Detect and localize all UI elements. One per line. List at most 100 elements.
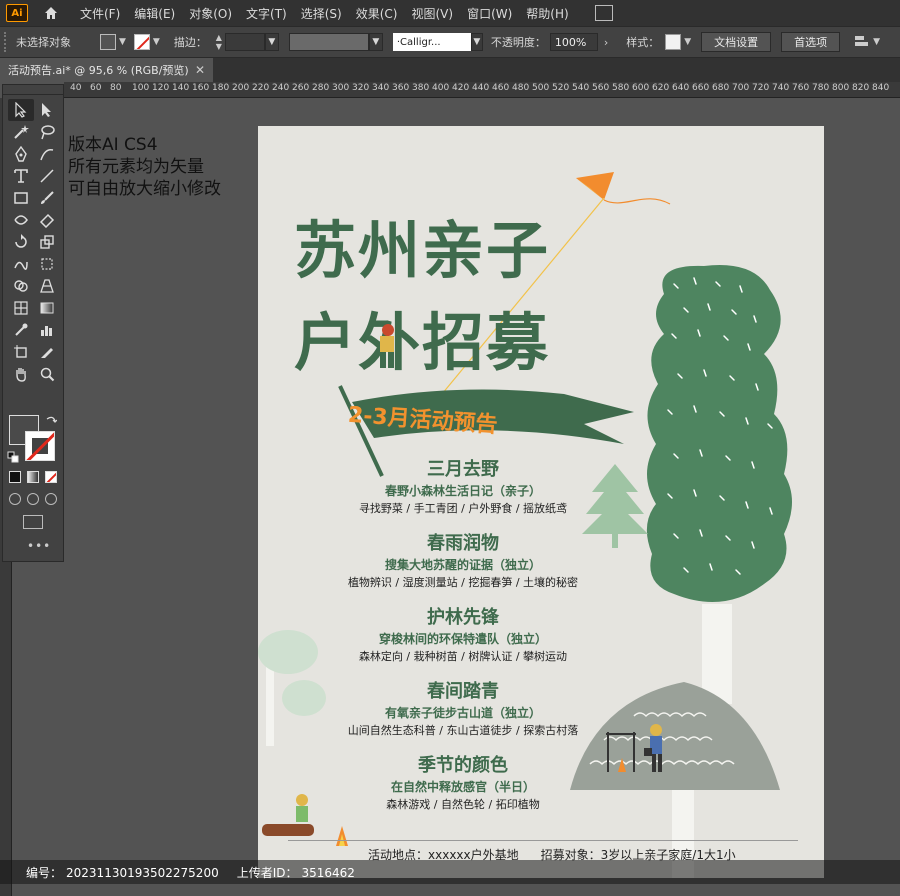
paintbrush-tool[interactable] [34, 187, 60, 209]
activity-list: 三月去野 春野小森林生活日记（亲子） 寻找野菜 / 手工青团 / 户外野食 / … [298, 458, 628, 828]
zoom-tool[interactable] [34, 363, 60, 385]
perspective-grid-tool[interactable] [34, 275, 60, 297]
stroke-label: 描边： [173, 36, 207, 49]
free-transform-tool[interactable] [34, 253, 60, 275]
stroke-weight-input[interactable] [224, 33, 265, 51]
line-icon [40, 169, 54, 183]
draw-behind-icon[interactable] [27, 493, 39, 505]
type-tool[interactable] [8, 165, 34, 187]
menu-edit[interactable]: 编辑(E) [134, 5, 175, 22]
fill-swatch[interactable] [100, 34, 116, 50]
document-tab[interactable]: 活动预告.ai* @ 95,6 % (RGB/预览) ✕ [0, 58, 213, 82]
chevron-down-icon[interactable]: ▼ [470, 33, 483, 51]
lasso-tool[interactable] [34, 121, 60, 143]
graphic-style-swatch[interactable] [665, 34, 682, 50]
shape-builder-tool[interactable] [8, 275, 34, 297]
stroke-color-box[interactable] [25, 431, 55, 461]
activity-section: 三月去野 春野小森林生活日记（亲子） 寻找野菜 / 手工青团 / 户外野食 / … [298, 458, 628, 518]
eraser-tool[interactable] [34, 209, 60, 231]
stroke-swatch[interactable] [133, 34, 150, 50]
warp-tool[interactable] [8, 253, 34, 275]
brush-definition[interactable]: · Calligr... [392, 33, 471, 51]
panel-grip[interactable] [4, 32, 8, 52]
graph-tool[interactable] [34, 319, 60, 341]
magic-wand-tool[interactable] [8, 121, 34, 143]
horizontal-ruler[interactable]: 40 60 80 100 120 140 160 180 200 220 240… [64, 82, 900, 98]
shaper-tool[interactable] [8, 209, 34, 231]
menu-view[interactable]: 视图(V) [411, 5, 453, 22]
pen-tool[interactable] [8, 143, 34, 165]
document-setup-button[interactable]: 文档设置 [701, 32, 772, 52]
menu-effect[interactable]: 效果(C) [356, 5, 398, 22]
stroke-stepper[interactable]: ▲ ▼ [213, 33, 225, 51]
line-tool[interactable] [34, 165, 60, 187]
opacity-input[interactable]: 100% [549, 33, 598, 51]
chevron-down-icon[interactable]: ▼ [119, 37, 126, 47]
activity-title: 三月去野 [427, 459, 499, 480]
ruler-mark: 440 [472, 83, 490, 93]
menu-file[interactable]: 文件(F) [80, 5, 120, 22]
chevron-down-icon[interactable]: ▼ [873, 37, 880, 47]
close-icon[interactable]: ✕ [195, 63, 205, 77]
control-bar: 未选择对象 ▼ ▼ 描边： ▲ ▼ ▼ ▼ · Calligr... ▼ 不透明度… [0, 26, 900, 58]
preferences-button[interactable]: 首选项 [781, 32, 841, 52]
activity-section: 护林先锋 穿梭林间的环保特遣队（独立） 森林定向 / 栽种树苗 / 树牌认证 /… [298, 606, 628, 666]
rectangle-tool[interactable] [8, 187, 34, 209]
canvas[interactable]: 版本AI CS4 所有元素均为矢量 可自由放大缩小修改 苏州亲子 户外招募 2-… [64, 98, 900, 896]
id-value: 20231130193502275200 [66, 865, 219, 880]
eyedropper-tool[interactable] [8, 319, 34, 341]
draw-normal-icon[interactable] [9, 493, 21, 505]
menu-type[interactable]: 文字(T) [246, 5, 287, 22]
chevron-down-icon[interactable]: ▼ [684, 37, 691, 47]
direct-selection-tool[interactable] [34, 99, 60, 121]
rotate-tool[interactable] [8, 231, 34, 253]
gradient-tool[interactable] [34, 297, 60, 319]
hand-tool[interactable] [8, 363, 34, 385]
activity-items: 森林定向 / 栽种树苗 / 树牌认证 / 攀树运动 [358, 650, 568, 663]
ruler-mark: 280 [312, 83, 330, 93]
variable-width-profile[interactable] [288, 33, 369, 51]
panel-header[interactable] [3, 85, 63, 95]
align-icon[interactable] [854, 34, 870, 51]
ruler-mark: 380 [412, 83, 430, 93]
draw-inside-icon[interactable] [45, 493, 57, 505]
chevron-right-icon[interactable]: › [604, 36, 608, 49]
ruler-mark: 240 [272, 83, 290, 93]
curvature-tool[interactable] [34, 143, 60, 165]
menu-object[interactable]: 对象(O) [189, 5, 232, 22]
menu-window[interactable]: 窗口(W) [467, 5, 512, 22]
transform-icon [41, 258, 53, 270]
note-line: 版本AI CS4 [68, 135, 158, 155]
ruler-mark: 480 [512, 83, 530, 93]
chevron-down-icon[interactable]: ▼ [368, 33, 383, 51]
arrange-documents-icon[interactable] [594, 5, 613, 21]
default-colors-icon[interactable] [7, 451, 19, 463]
chevron-down-icon[interactable]: ▼ [264, 33, 279, 51]
campfire-figure-icon [262, 794, 348, 846]
gradient-mode-icon[interactable] [27, 471, 39, 483]
color-mode-icon[interactable] [9, 471, 21, 483]
home-icon[interactable] [40, 2, 62, 24]
activity-subtitle: 穿梭林间的环保特遣队（独立） [378, 632, 547, 646]
scale-tool[interactable] [34, 231, 60, 253]
tree-illustration [646, 265, 792, 704]
wand-icon [14, 125, 29, 139]
ruler-mark: 340 [372, 83, 390, 93]
ruler-mark: 180 [212, 83, 230, 93]
artboard-poster[interactable]: 苏州亲子 户外招募 2-3月活动预告 三月去野 春野小森林生活日记（亲子） 寻找… [258, 126, 824, 878]
menu-select[interactable]: 选择(S) [301, 5, 342, 22]
mesh-tool[interactable] [8, 297, 34, 319]
more-tools-icon[interactable]: ••• [27, 539, 51, 553]
ruler-mark: 120 [152, 83, 170, 93]
artboard-tool[interactable] [8, 341, 34, 363]
warp-icon [14, 261, 28, 270]
screen-mode-icon[interactable] [23, 515, 43, 529]
menu-help[interactable]: 帮助(H) [526, 5, 568, 22]
none-mode-icon[interactable] [45, 471, 57, 483]
swap-colors-icon[interactable] [45, 415, 57, 427]
slice-tool[interactable] [34, 341, 60, 363]
selection-tool[interactable] [8, 99, 34, 121]
activity-subtitle: 搜集大地苏醒的证据（独立） [384, 558, 541, 572]
chevron-down-icon[interactable]: ▼ [153, 37, 160, 47]
ruler-mark: 620 [652, 83, 670, 93]
